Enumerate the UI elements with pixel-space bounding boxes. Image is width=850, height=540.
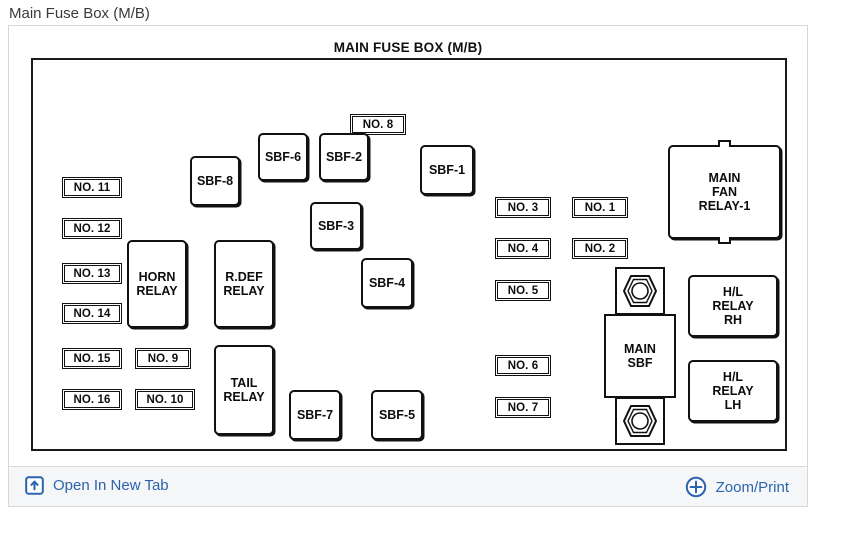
main-sbf-terminal-bottom bbox=[615, 397, 665, 445]
main-sbf-terminal-top bbox=[615, 267, 665, 315]
zoom-print-label: Zoom/Print bbox=[715, 478, 789, 496]
hex-nut-icon bbox=[622, 275, 658, 307]
component-hl-relay-lh[interactable]: H/L RELAY LH bbox=[688, 360, 778, 422]
relay-tab-bottom-icon bbox=[718, 237, 731, 244]
fuse-tag-no-11[interactable]: NO. 11 bbox=[61, 176, 123, 199]
open-in-new-tab-icon bbox=[25, 476, 44, 495]
component-sbf-3[interactable]: SBF-3 bbox=[310, 202, 362, 250]
component-sbf-2[interactable]: SBF-2 bbox=[319, 133, 369, 181]
fuse-tag-no-4[interactable]: NO. 4 bbox=[494, 237, 552, 260]
fuse-tag-no-6[interactable]: NO. 6 bbox=[494, 354, 552, 377]
diagram-viewer-panel: MAIN FUSE BOX (M/B) NO. 8 NO. 11 NO. 12 … bbox=[8, 25, 808, 507]
fuse-tag-no-16[interactable]: NO. 16 bbox=[61, 388, 123, 411]
fuse-tag-no-13[interactable]: NO. 13 bbox=[61, 262, 123, 285]
component-tail-relay[interactable]: TAIL RELAY bbox=[214, 345, 274, 435]
zoom-print-button[interactable]: Zoom/Print bbox=[685, 476, 789, 498]
relay-tab-top-icon bbox=[718, 140, 731, 147]
component-sbf-8[interactable]: SBF-8 bbox=[190, 156, 240, 206]
viewer-toolbar: Open In New Tab Zoom/Print bbox=[9, 466, 807, 506]
fuse-tag-no-12[interactable]: NO. 12 bbox=[61, 217, 123, 240]
fuse-tag-no-14[interactable]: NO. 14 bbox=[61, 302, 123, 325]
component-sbf-7[interactable]: SBF-7 bbox=[289, 390, 341, 440]
fuse-tag-no-15[interactable]: NO. 15 bbox=[61, 347, 123, 370]
component-horn-relay[interactable]: HORN RELAY bbox=[127, 240, 187, 328]
fuse-tag-no-7[interactable]: NO. 7 bbox=[494, 396, 552, 419]
component-hl-relay-rh[interactable]: H/L RELAY RH bbox=[688, 275, 778, 337]
fuse-tag-no-2[interactable]: NO. 2 bbox=[571, 237, 629, 260]
component-rdef-relay[interactable]: R.DEF RELAY bbox=[214, 240, 274, 328]
fuse-tag-no-3[interactable]: NO. 3 bbox=[494, 196, 552, 219]
diagram-area: MAIN FUSE BOX (M/B) NO. 8 NO. 11 NO. 12 … bbox=[9, 26, 807, 466]
fuse-tag-no-5[interactable]: NO. 5 bbox=[494, 279, 552, 302]
diagram-title: MAIN FUSE BOX (M/B) bbox=[333, 40, 483, 55]
open-in-new-tab-label: Open In New Tab bbox=[53, 477, 169, 494]
open-in-new-tab-button[interactable]: Open In New Tab bbox=[25, 476, 169, 495]
hex-nut-icon bbox=[622, 405, 658, 437]
component-sbf-6[interactable]: SBF-6 bbox=[258, 133, 308, 181]
component-sbf-4[interactable]: SBF-4 bbox=[361, 258, 413, 308]
component-main-sbf[interactable]: MAIN SBF bbox=[604, 314, 676, 398]
component-sbf-5[interactable]: SBF-5 bbox=[371, 390, 423, 440]
fuse-tag-no-9[interactable]: NO. 9 bbox=[134, 347, 192, 370]
page-title: Main Fuse Box (M/B) bbox=[9, 5, 150, 22]
component-main-fan-relay-1[interactable]: MAIN FAN RELAY-1 bbox=[668, 140, 781, 244]
fuse-tag-no-8[interactable]: NO. 8 bbox=[349, 113, 407, 136]
fuse-tag-no-10[interactable]: NO. 10 bbox=[134, 388, 196, 411]
component-sbf-1[interactable]: SBF-1 bbox=[420, 145, 474, 195]
component-label: MAIN FAN RELAY-1 bbox=[698, 171, 751, 213]
fuse-box-frame: NO. 8 NO. 11 NO. 12 NO. 13 NO. 14 NO. 15… bbox=[31, 58, 787, 451]
fuse-tag-no-1[interactable]: NO. 1 bbox=[571, 196, 629, 219]
circle-plus-icon bbox=[685, 476, 707, 498]
